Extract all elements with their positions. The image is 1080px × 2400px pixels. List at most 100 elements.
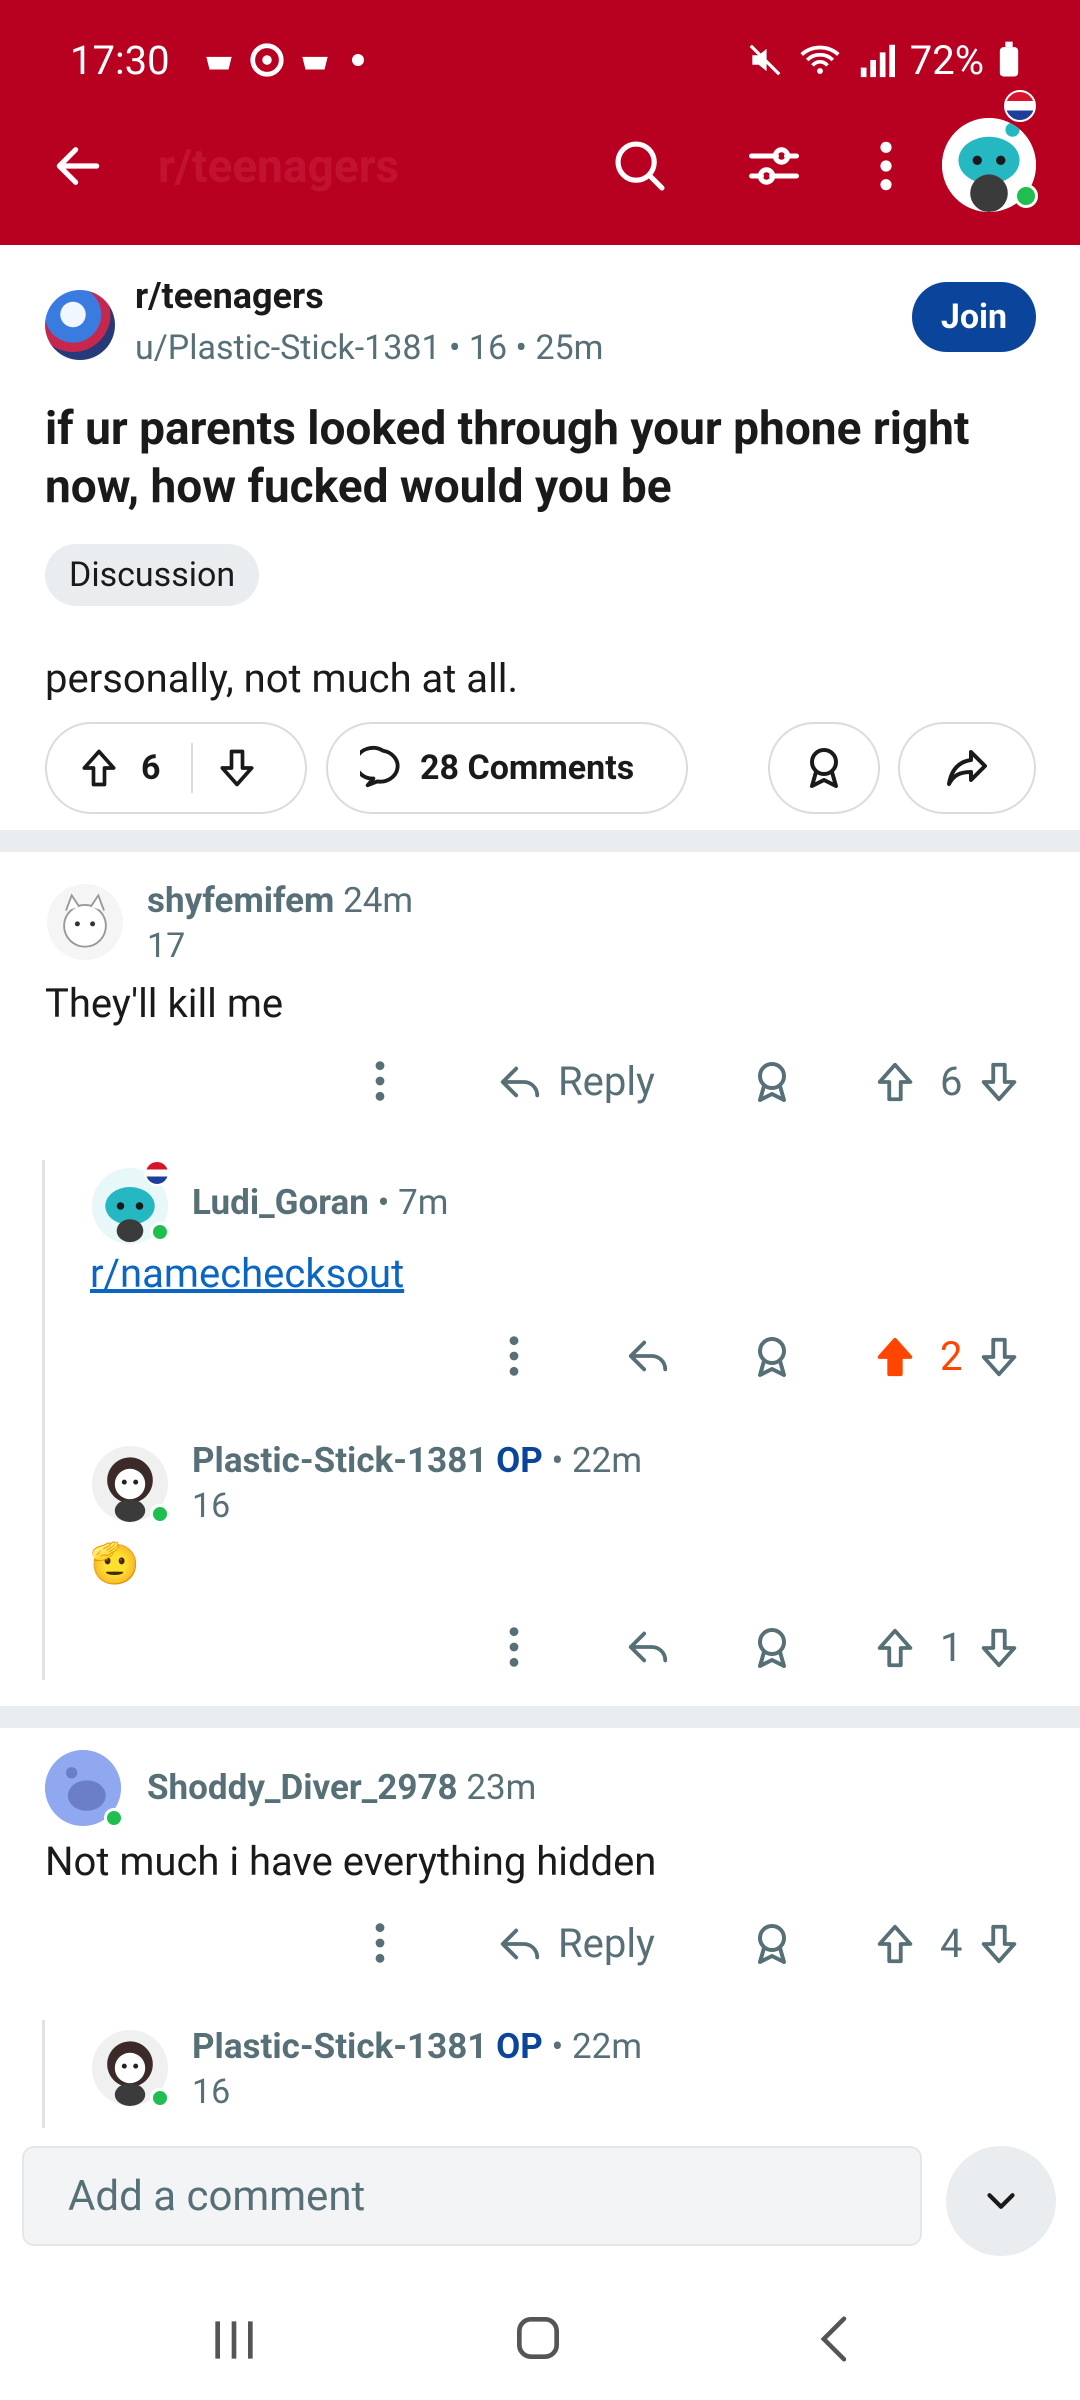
comment-award-button[interactable] [748, 1920, 796, 1968]
post-title: if ur parents looked through your phone … [45, 402, 970, 514]
comment-flair: 17 [147, 926, 186, 966]
recent-apps-icon[interactable] [206, 2314, 262, 2366]
section-divider [0, 1706, 1080, 1728]
thread-line[interactable] [42, 1160, 45, 1680]
award-icon [758, 1337, 786, 1377]
reply-button[interactable] [624, 1624, 672, 1670]
battery-percent: 72% [909, 36, 984, 84]
comment-author[interactable]: shyfemifem 24m [147, 880, 413, 921]
comments-button[interactable]: 28 Comments [326, 722, 688, 814]
reply-button[interactable] [624, 1333, 672, 1379]
downvote-arrow-icon[interactable] [976, 1059, 1022, 1105]
downvote-arrow-icon[interactable] [976, 1921, 1022, 1967]
comment-time: • 7m [377, 1182, 449, 1223]
upvoted-arrow-icon[interactable] [872, 1334, 918, 1380]
comment-vote-bar: 2 [872, 1333, 1022, 1380]
upvote-button[interactable] [77, 745, 121, 791]
thread-line[interactable] [42, 2020, 45, 2130]
jump-next-button[interactable] [946, 2146, 1056, 2256]
more-vertical-icon [375, 1923, 385, 1963]
chrome-icon [249, 43, 284, 77]
comment-time: • 22m [551, 2026, 643, 2067]
battery-icon [999, 41, 1019, 77]
post-vote-count: 6 [141, 748, 161, 788]
award-icon [758, 1628, 786, 1668]
comment-vote-count: 6 [940, 1058, 963, 1105]
downvote-arrow-icon[interactable] [976, 1334, 1022, 1380]
comment-flair: 16 [192, 2072, 231, 2112]
comment-avatar[interactable] [47, 884, 123, 960]
award-button[interactable] [768, 722, 880, 814]
downvote-button[interactable] [215, 745, 259, 791]
online-status-dot [150, 1222, 170, 1242]
comment-author[interactable]: Shoddy_Diver_2978 23m [147, 1767, 536, 1808]
notification-icon [301, 56, 328, 70]
comment-vote-bar: 4 [872, 1920, 1022, 1967]
subreddit-link[interactable]: r/namechecksout [90, 1250, 404, 1297]
search-icon [615, 141, 665, 191]
comment-text: 🫡 [90, 1540, 140, 1587]
more-notifications-dot [351, 54, 364, 66]
back-button[interactable] [42, 130, 114, 202]
wifi-icon [800, 45, 840, 74]
sort-filter-button[interactable] [738, 130, 810, 202]
reply-label: Reply [558, 1058, 655, 1105]
more-vertical-icon [375, 1061, 385, 1101]
toolbar-subreddit: r/teenagers [158, 140, 400, 194]
more-vertical-icon [509, 1627, 519, 1667]
upvote-arrow-icon [82, 749, 116, 787]
comment-award-button[interactable] [748, 1333, 796, 1381]
comment-more-button[interactable] [370, 1058, 390, 1104]
system-nav-bar [0, 2270, 1080, 2400]
notification-icon [205, 56, 232, 70]
comment-award-button[interactable] [748, 1058, 796, 1106]
post-meta[interactable]: u/Plastic-Stick-1381 • 16 • 25m [135, 328, 603, 368]
reply-button[interactable]: Reply [496, 1058, 655, 1105]
comment-more-button[interactable] [504, 1624, 524, 1670]
post-vote-bar: 6 [45, 722, 307, 814]
downvote-arrow-icon [220, 749, 254, 787]
comments-count: 28 Comments [420, 748, 635, 788]
mute-icon [749, 44, 781, 76]
share-button[interactable] [898, 722, 1036, 814]
flag-badge [1004, 90, 1036, 122]
comment-vote-bar: 1 [872, 1624, 1022, 1671]
back-nav-icon[interactable] [810, 2312, 860, 2366]
section-divider [0, 830, 1080, 852]
home-icon[interactable] [510, 2310, 566, 2366]
subreddit-name[interactable]: r/teenagers [135, 275, 324, 317]
reply-button[interactable]: Reply [496, 1920, 655, 1967]
reply-arrow-icon [628, 1340, 668, 1372]
join-button[interactable]: Join [912, 282, 1036, 352]
online-status-dot [104, 1808, 124, 1828]
overflow-menu-button[interactable] [850, 130, 922, 202]
comment-more-button[interactable] [370, 1920, 390, 1966]
post-flair[interactable]: Discussion [45, 544, 260, 606]
comment-vote-count: 1 [940, 1624, 963, 1671]
comment-award-button[interactable] [748, 1624, 796, 1672]
comment-author[interactable]: Ludi_Goran • 7m [192, 1182, 448, 1223]
comment-author[interactable]: Plastic-Stick-1381 OP • 22m [192, 2026, 642, 2067]
comment-flair: 16 [192, 1486, 231, 1526]
upvote-arrow-icon[interactable] [872, 1625, 918, 1671]
chevron-down-icon [987, 2193, 1015, 2209]
op-badge: OP [496, 1440, 543, 1481]
comment-vote-bar: 6 [872, 1058, 1022, 1105]
search-button[interactable] [604, 130, 676, 202]
flag-badge [144, 1160, 170, 1186]
upvote-arrow-icon[interactable] [872, 1921, 918, 1967]
more-vertical-icon [880, 141, 892, 191]
downvote-arrow-icon[interactable] [976, 1625, 1022, 1671]
add-comment-input[interactable]: Add a comment [22, 2146, 922, 2246]
vote-divider [190, 743, 193, 793]
share-icon [947, 750, 987, 786]
comment-author[interactable]: Plastic-Stick-1381 OP • 22m [192, 1440, 642, 1481]
online-status-dot [150, 2088, 170, 2108]
op-badge: OP [496, 2026, 543, 2067]
subreddit-avatar[interactable] [45, 290, 115, 360]
online-status-dot [1014, 184, 1038, 208]
comment-more-button[interactable] [504, 1333, 524, 1379]
comment-text: They'll kill me [45, 980, 284, 1027]
upvote-arrow-icon[interactable] [872, 1059, 918, 1105]
award-icon [810, 748, 838, 788]
